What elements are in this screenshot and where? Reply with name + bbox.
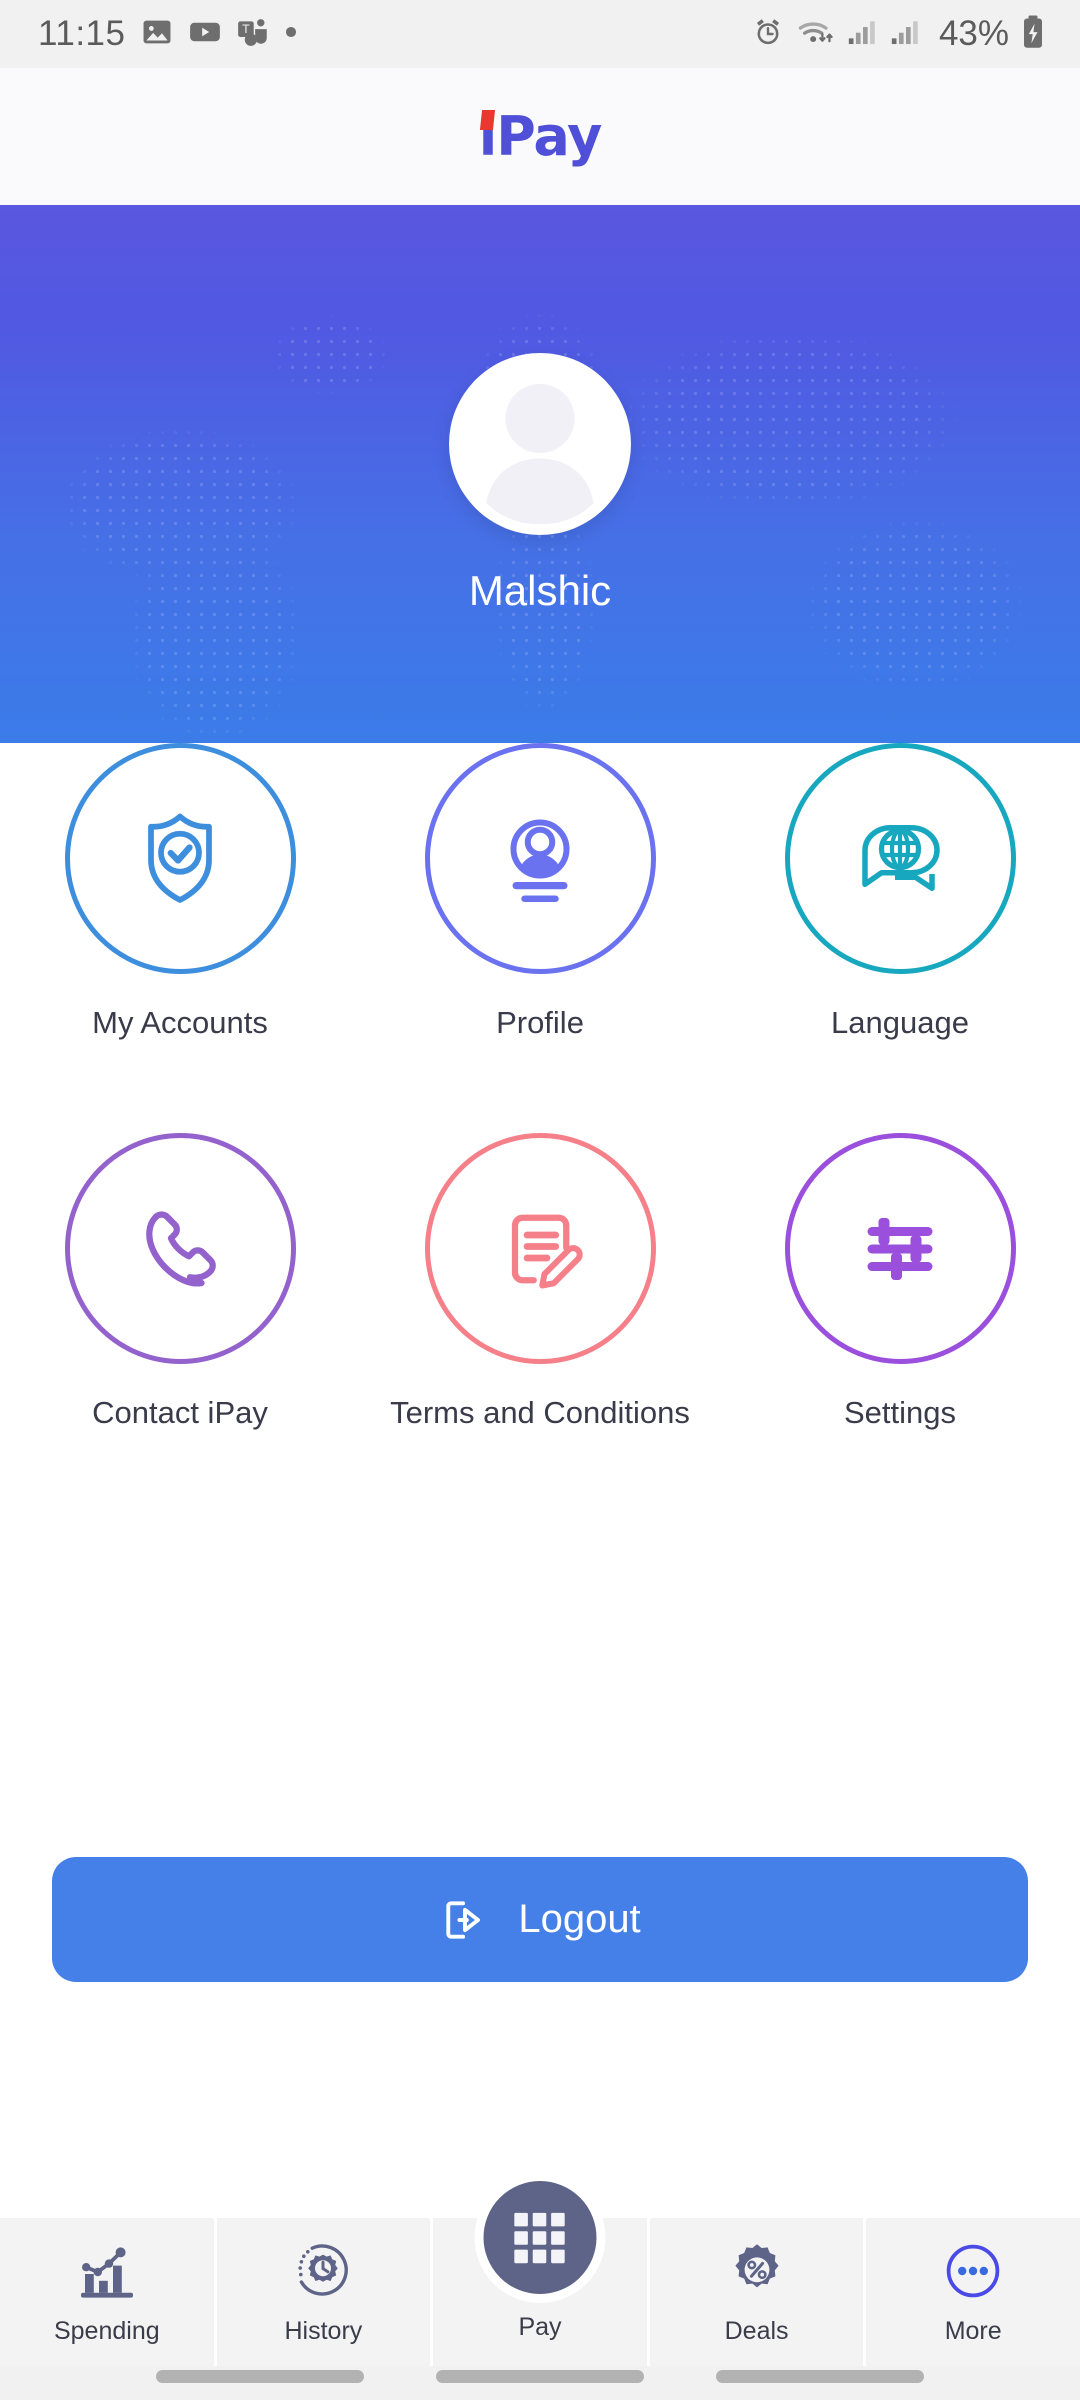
logout-button[interactable]: Logout — [52, 1857, 1028, 1982]
phone-handset-icon — [146, 1210, 216, 1286]
menu-item-label: Contact iPay — [92, 1395, 268, 1430]
menu-item-label: Settings — [843, 1395, 956, 1430]
language-circle[interactable] — [784, 743, 1016, 974]
logo-accent-dot-icon — [479, 110, 495, 130]
menu-grid-row-1: My Accounts Profile Language — [0, 743, 1080, 1041]
youtube-icon — [188, 15, 222, 54]
battery-charging-icon — [1020, 14, 1046, 55]
wifi-icon — [796, 15, 836, 54]
menu-item-label: Profile — [496, 1005, 584, 1040]
menu-item-contact-ipay[interactable]: Contact iPay — [0, 1133, 360, 1431]
menu-item-label: Terms and Conditions — [390, 1395, 690, 1430]
signal-sim2-icon — [890, 15, 922, 54]
user-avatar-placeholder-icon — [486, 383, 594, 525]
settings-circle[interactable] — [784, 1133, 1016, 1364]
my-accounts-circle[interactable] — [64, 743, 296, 974]
menu-item-settings[interactable]: Settings — [720, 1133, 1080, 1431]
teams-icon: T — [236, 15, 270, 54]
menu-item-language[interactable]: Language — [720, 743, 1080, 1041]
nav-item-label: Pay — [518, 2313, 562, 2341]
menu-item-my-accounts[interactable]: My Accounts — [0, 743, 360, 1041]
nav-item-history[interactable]: History — [213, 2218, 431, 2366]
percent-badge-icon — [727, 2239, 787, 2303]
photos-icon — [140, 15, 174, 54]
menu-item-terms-and-conditions[interactable]: Terms and Conditions — [360, 1133, 720, 1431]
nav-item-label: Spending — [53, 2316, 160, 2345]
system-gesture-bars — [0, 2366, 1080, 2386]
terms-circle[interactable] — [424, 1133, 656, 1364]
nav-item-label: History — [284, 2316, 363, 2345]
dot-indicator-icon — [284, 25, 298, 44]
menu-grid: My Accounts Profile Language Contact iPa… — [0, 743, 1080, 1431]
logo-text: iPay — [478, 105, 603, 168]
battery-percent-label: 43% — [938, 14, 1009, 53]
ellipsis-circle-icon — [943, 2239, 1003, 2303]
alarm-icon — [751, 15, 785, 54]
gesture-bar[interactable] — [156, 2369, 364, 2383]
sliders-icon — [867, 1217, 933, 1280]
contact-ipay-circle[interactable] — [64, 1133, 296, 1364]
nav-item-pay[interactable]: Pay — [430, 2172, 647, 2366]
menu-item-label: My Accounts — [92, 1005, 268, 1040]
nav-item-more[interactable]: More — [863, 2218, 1080, 2366]
nav-item-deals[interactable]: Deals — [646, 2218, 864, 2366]
clock-gear-icon — [292, 2239, 354, 2303]
profile-header: Malshic — [0, 205, 1080, 743]
signal-sim1-icon — [847, 15, 879, 54]
grid-keypad-icon — [514, 2212, 566, 2263]
gesture-bar[interactable] — [716, 2369, 924, 2383]
status-bar-clock: 11:15 — [38, 14, 126, 53]
ipay-logo: iPay — [478, 105, 603, 168]
nav-item-spending[interactable]: Spending — [0, 2218, 214, 2366]
bottom-navigation-bar: Spending History Pay Deals More — [0, 2172, 1080, 2400]
menu-item-profile[interactable]: Profile — [360, 743, 720, 1041]
status-bar: 11:15 T 43% — [0, 0, 1080, 68]
nav-item-label: More — [944, 2316, 1002, 2345]
menu-item-label: Language — [831, 1005, 969, 1040]
nav-item-label: Deals — [724, 2316, 789, 2345]
gesture-bar[interactable] — [436, 2369, 644, 2383]
profile-username: Malshic — [468, 567, 612, 614]
bar-chart-icon — [75, 2239, 139, 2303]
app-logo-bar: iPay — [0, 68, 1080, 205]
shield-check-icon — [148, 813, 212, 903]
app-screen: 11:15 T 43% iPay Malshic My Accounts Pro… — [0, 0, 1080, 2400]
logout-arrow-icon — [446, 1900, 481, 1939]
user-circle-icon — [510, 818, 570, 902]
globe-chat-icon — [862, 824, 940, 891]
pay-fab-button[interactable] — [474, 2172, 606, 2303]
status-bar-left: 11:15 T — [38, 14, 298, 54]
profile-circle[interactable] — [424, 743, 656, 974]
avatar[interactable] — [449, 353, 631, 535]
logout-label: Logout — [518, 1897, 641, 1941]
menu-grid-row-2: Contact iPay Terms and Conditions Settin… — [0, 1133, 1080, 1431]
status-bar-right: 43% — [751, 14, 1046, 55]
document-pencil-icon — [511, 1214, 583, 1288]
svg-text:T: T — [241, 22, 249, 36]
